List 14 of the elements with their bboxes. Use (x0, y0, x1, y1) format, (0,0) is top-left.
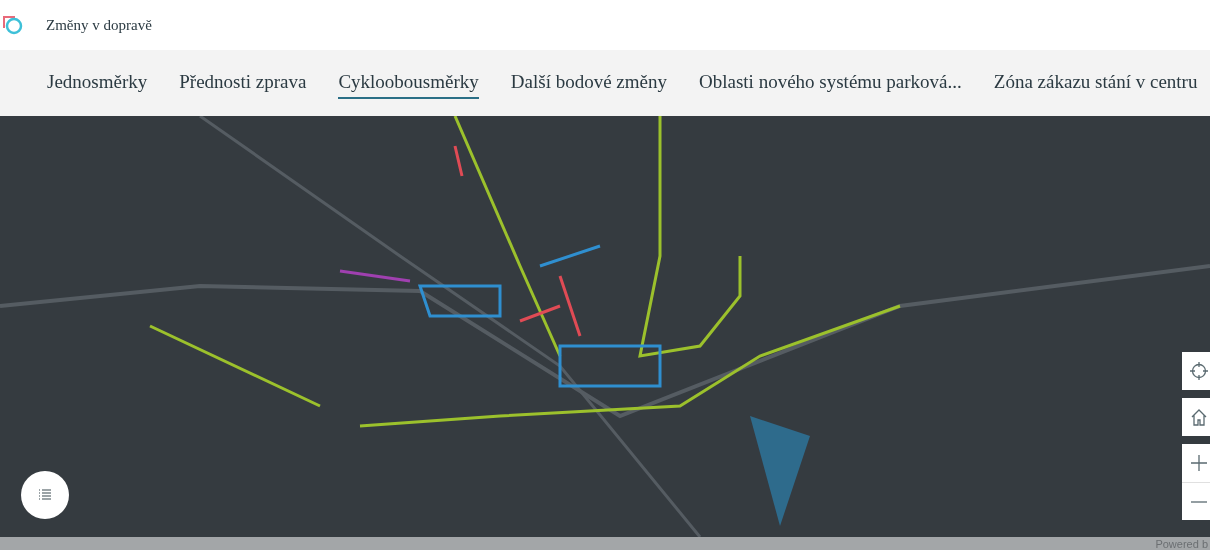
plus-icon (1190, 454, 1208, 472)
home-icon (1190, 408, 1208, 426)
tab[interactable]: Přednosti zprava (179, 67, 307, 99)
tab[interactable]: Další bodové změny (510, 67, 667, 99)
tab[interactable]: Oblasti nového systému parková... (699, 67, 962, 99)
list-icon (38, 489, 52, 501)
tab[interactable]: Cykloobousměrky (338, 67, 479, 99)
tab[interactable]: Jednosměrky (47, 67, 148, 99)
logo-icon (2, 14, 24, 36)
tab[interactable]: Zóna zákazu stání v centru (993, 67, 1198, 99)
legend-button[interactable] (21, 471, 69, 519)
app-title: Změny v dopravě (46, 16, 152, 34)
minus-icon (1190, 500, 1208, 503)
crosshair-icon (1190, 362, 1208, 380)
